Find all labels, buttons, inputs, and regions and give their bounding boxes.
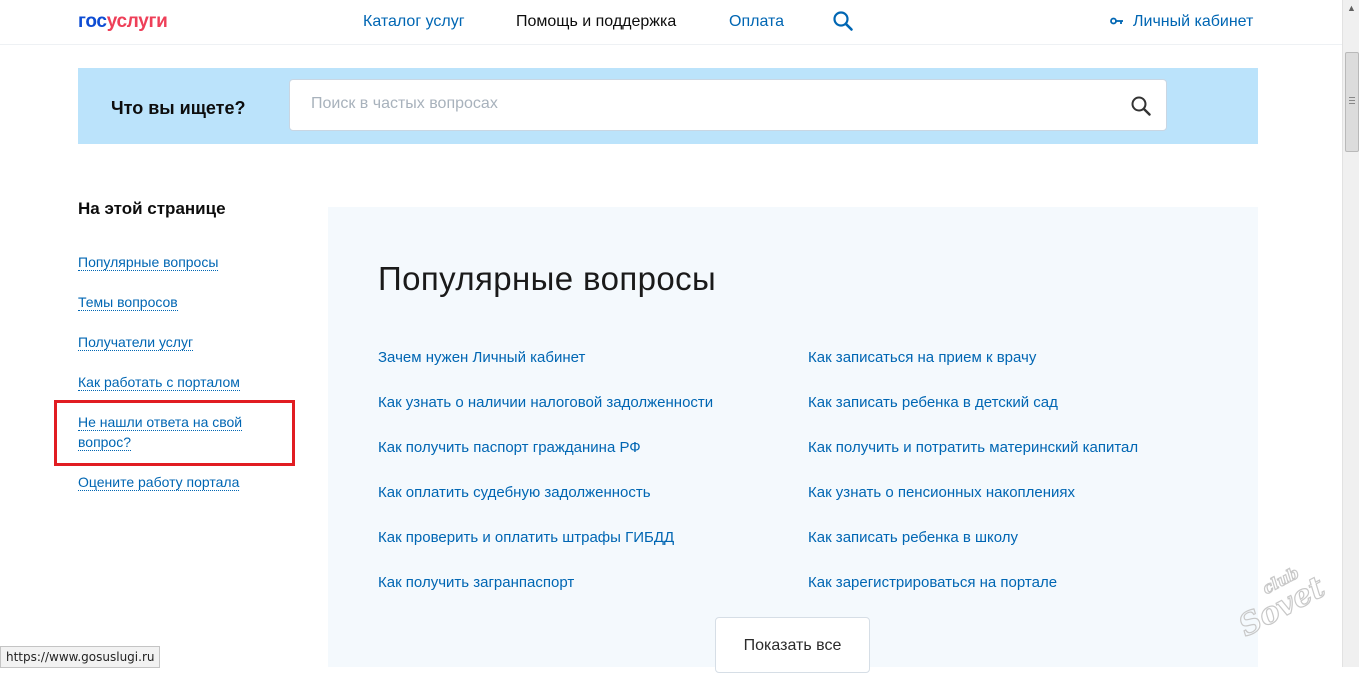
sidebar-title: На этой странице <box>78 199 226 218</box>
page-scrollbar[interactable]: ▲ <box>1342 0 1359 667</box>
scroll-up-arrow-icon[interactable]: ▲ <box>1344 0 1359 16</box>
faq-search-input[interactable] <box>309 94 1113 114</box>
show-all-button[interactable]: Показать все <box>715 617 870 673</box>
personal-cabinet-label: Личный кабинет <box>1133 13 1254 31</box>
question-link[interactable]: Как оплатить судебную задолженность <box>378 483 651 503</box>
popular-questions-panel: Популярные вопросы Зачем нужен Личный ка… <box>328 207 1258 673</box>
search-icon[interactable] <box>1130 95 1152 117</box>
question-link[interactable]: Как записать ребенка в детский сад <box>808 393 1058 413</box>
club-sovet-watermark-logo: club Sovet <box>1222 560 1332 644</box>
panel-title: Популярные вопросы <box>378 260 717 297</box>
sidebar-item-rate-portal[interactable]: Оцените работу портала <box>78 472 240 492</box>
question-link[interactable]: Зачем нужен Личный кабинет <box>378 348 585 368</box>
question-link[interactable]: Как получить загранпаспорт <box>378 573 574 593</box>
question-link[interactable]: Как получить паспорт гражданина РФ <box>378 438 641 458</box>
faq-search-field[interactable] <box>289 79 1167 131</box>
question-link[interactable]: Как узнать о наличии налоговой задолженн… <box>378 393 713 413</box>
sidebar-item-service-recipients[interactable]: Получатели услуг <box>78 332 194 352</box>
nav-help-link[interactable]: Помощь и поддержка <box>516 13 676 31</box>
nav-catalog-link[interactable]: Каталог услуг <box>363 13 465 31</box>
personal-cabinet-link[interactable]: Личный кабинет <box>1110 13 1253 31</box>
question-link[interactable]: Как проверить и оплатить штрафы ГИБДД <box>378 528 674 548</box>
key-icon <box>1110 13 1124 31</box>
browser-status-url: https://www.gosuslugi.ru <box>0 646 161 668</box>
question-link[interactable]: Как зарегистрироваться на портале <box>808 573 1057 593</box>
faq-search-banner: Что вы ищете? <box>78 68 1258 144</box>
sidebar-item-how-to-use-portal[interactable]: Как работать с порталом <box>78 372 240 392</box>
search-icon[interactable] <box>832 10 854 32</box>
question-link[interactable]: Как записать ребенка в школу <box>808 528 1018 548</box>
scrollbar-thumb[interactable] <box>1345 52 1359 152</box>
question-link[interactable]: Как получить и потратить материнский кап… <box>808 438 1138 458</box>
sidebar-item-question-topics[interactable]: Темы вопросов <box>78 292 178 312</box>
nav-payment-link[interactable]: Оплата <box>729 13 784 31</box>
search-banner-title: Что вы ищете? <box>111 98 246 118</box>
highlight-annotation-box <box>54 400 295 466</box>
question-link[interactable]: Как узнать о пенсионных накоплениях <box>808 483 1075 503</box>
logo-uslugi-text: услуги <box>106 11 168 32</box>
question-link[interactable]: Как записаться на прием к врачу <box>808 348 1036 368</box>
logo-gos-text: гос <box>78 11 107 32</box>
top-header: госуслуги Каталог услуг Помощь и поддерж… <box>0 0 1342 45</box>
sidebar-item-popular-questions[interactable]: Популярные вопросы <box>78 252 219 272</box>
gosuslugi-logo[interactable]: госуслуги <box>78 11 168 33</box>
